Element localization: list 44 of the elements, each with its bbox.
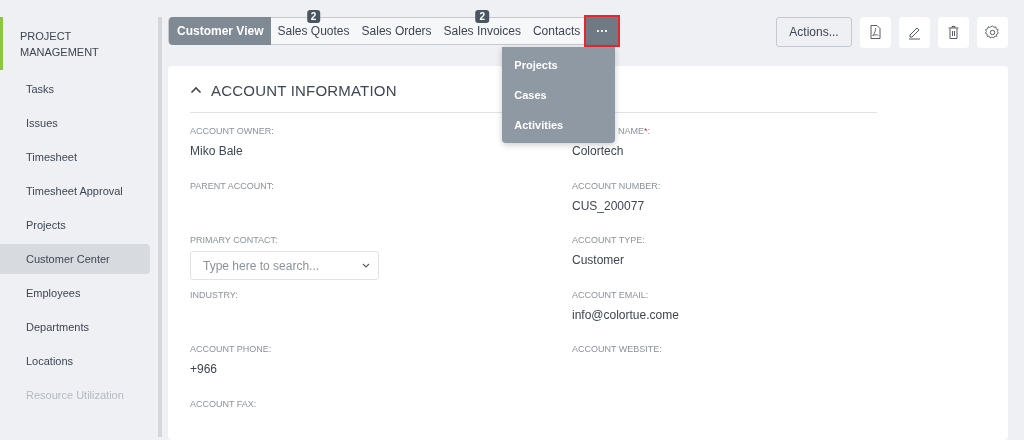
count-badge: 2 — [475, 10, 490, 23]
settings-button[interactable] — [977, 17, 1008, 48]
field-label: NAME*: — [617, 126, 652, 136]
field-label: ACCOUNT PHONE: — [190, 344, 273, 354]
field-label: ACCOUNT NUMBER: — [572, 180, 662, 191]
sidebar-item[interactable]: Timesheet — [0, 142, 150, 172]
sidebar-item[interactable]: Projects — [0, 210, 150, 240]
section-title: ACCOUNT INFORMATION — [211, 81, 397, 99]
field-value: Customer — [572, 253, 625, 267]
field-label: INDUSTRY: — [190, 289, 239, 300]
sidebar-item[interactable]: Tasks — [0, 74, 150, 104]
field-label: ACCOUNT OWNER: — [190, 126, 275, 136]
field-label: ACCOUNT WEBSITE: — [572, 344, 663, 354]
field-label: ACCOUNT EMAIL: — [572, 289, 650, 300]
tab[interactable]: Customer View — [169, 17, 272, 45]
field-value: info@colortue.come — [572, 307, 680, 322]
sidebar-item[interactable]: Timesheet Approval — [0, 176, 150, 206]
tab[interactable]: Contacts — [526, 17, 587, 45]
chevron-up-icon[interactable] — [190, 86, 202, 94]
sidebar-section-title: PROJECT MANAGEMENT — [0, 17, 150, 70]
sidebar-item[interactable]: Customer Center — [0, 244, 150, 274]
contact-select[interactable]: Type here to search... — [190, 251, 379, 280]
sidebar-item[interactable]: Employees — [0, 278, 150, 308]
settings-icon — [984, 24, 1001, 41]
field-label: PARENT ACCOUNT: — [190, 180, 275, 191]
tab[interactable]: Sales Orders — [355, 17, 438, 45]
field-value: Miko Bale — [190, 144, 244, 158]
sidebar-item[interactable]: Issues — [0, 108, 150, 138]
field-label: ACCOUNT TYPE: — [572, 235, 646, 245]
pdf-icon — [867, 24, 884, 41]
edit-button[interactable] — [899, 17, 930, 48]
field-value: CUS_200077 — [572, 198, 646, 213]
actions-button[interactable]: Actions... — [776, 17, 852, 47]
sidebar-item[interactable]: Locations — [0, 346, 150, 376]
sidebar-item[interactable]: Departments — [0, 312, 150, 342]
field-label: ACCOUNT FAX: — [190, 398, 258, 409]
field-value: Colortech — [572, 144, 625, 158]
field-value: +966 — [190, 362, 219, 376]
more-tab[interactable]: ··· — [586, 17, 619, 45]
pdf-button[interactable] — [860, 17, 891, 48]
count-badge: 2 — [306, 10, 321, 23]
delete-button[interactable] — [938, 17, 969, 48]
caret-icon — [362, 263, 370, 268]
field-label: PRIMARY CONTACT: — [190, 235, 279, 245]
